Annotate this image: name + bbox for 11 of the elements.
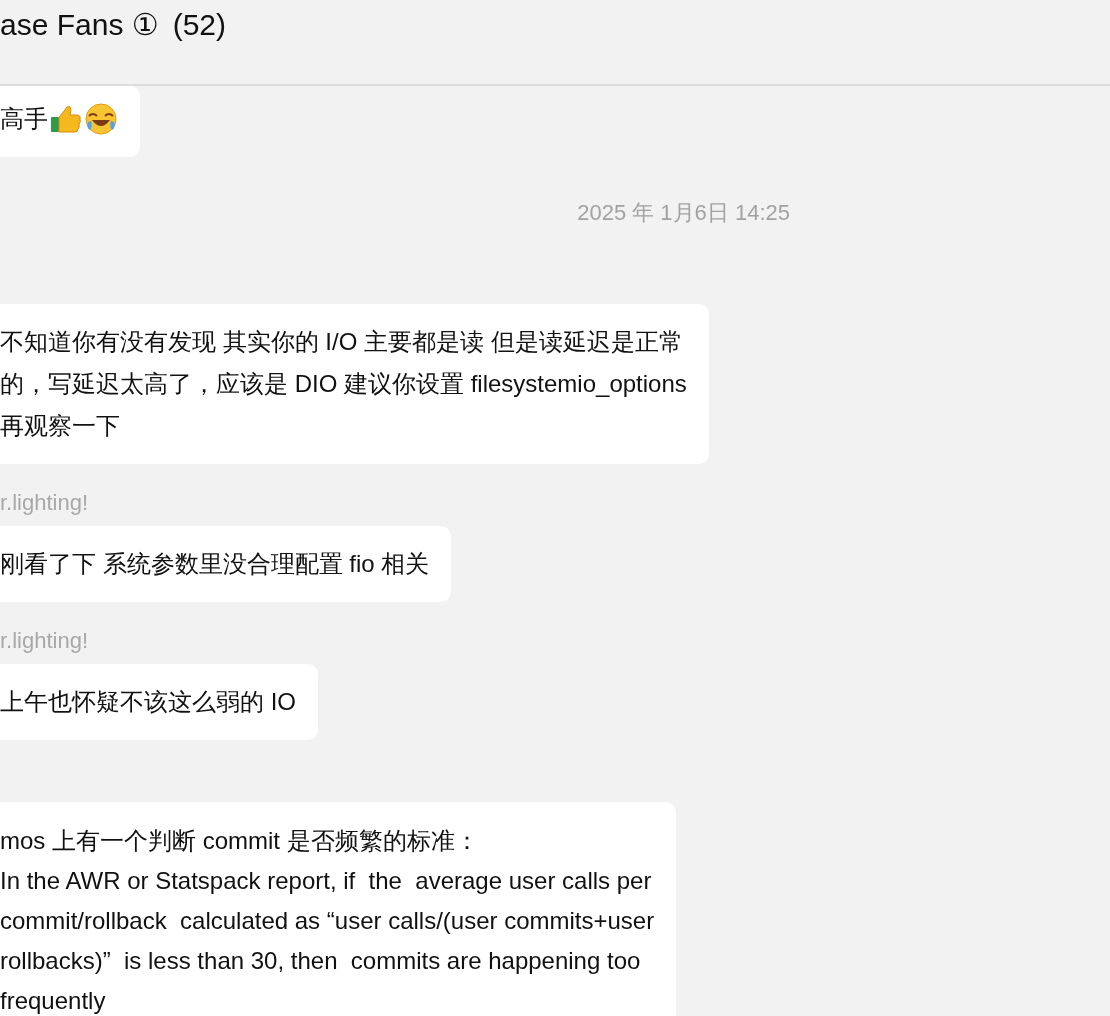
message-bubble: 刚看了下 系统参数里没合理配置 fio 相关 [0, 526, 452, 602]
sender-name: r.lighting! [0, 627, 90, 655]
message-bubble: 不知道你有没有发现 其实你的 I/O 主要都是读 但是读延迟是正常 的，写延迟太高了，应该是 DIO 建议你设置 filesystemio_options 再观察一下 [0, 304, 709, 464]
member-count: (52) [172, 7, 226, 43]
timestamp: 2025 年 1月6日 14:25 [577, 200, 790, 225]
laughing-face-icon [84, 102, 118, 136]
chat-title: ase Fans ① [0, 7, 159, 43]
message-bubble: 上午也怀疑不该这么弱的 IO [0, 664, 318, 740]
sender-name: r.lighting! [0, 489, 90, 517]
message-bubble: mos 上有一个判断 commit 是否频繁的标准： In the AWR or Statspack report, if the average user calls per commit/rollback calculated as “user calls/(user commits+user rollbacks)” is less than 30, then commits are happening too frequently [0, 802, 677, 1016]
message-text: 高手 [0, 104, 48, 134]
